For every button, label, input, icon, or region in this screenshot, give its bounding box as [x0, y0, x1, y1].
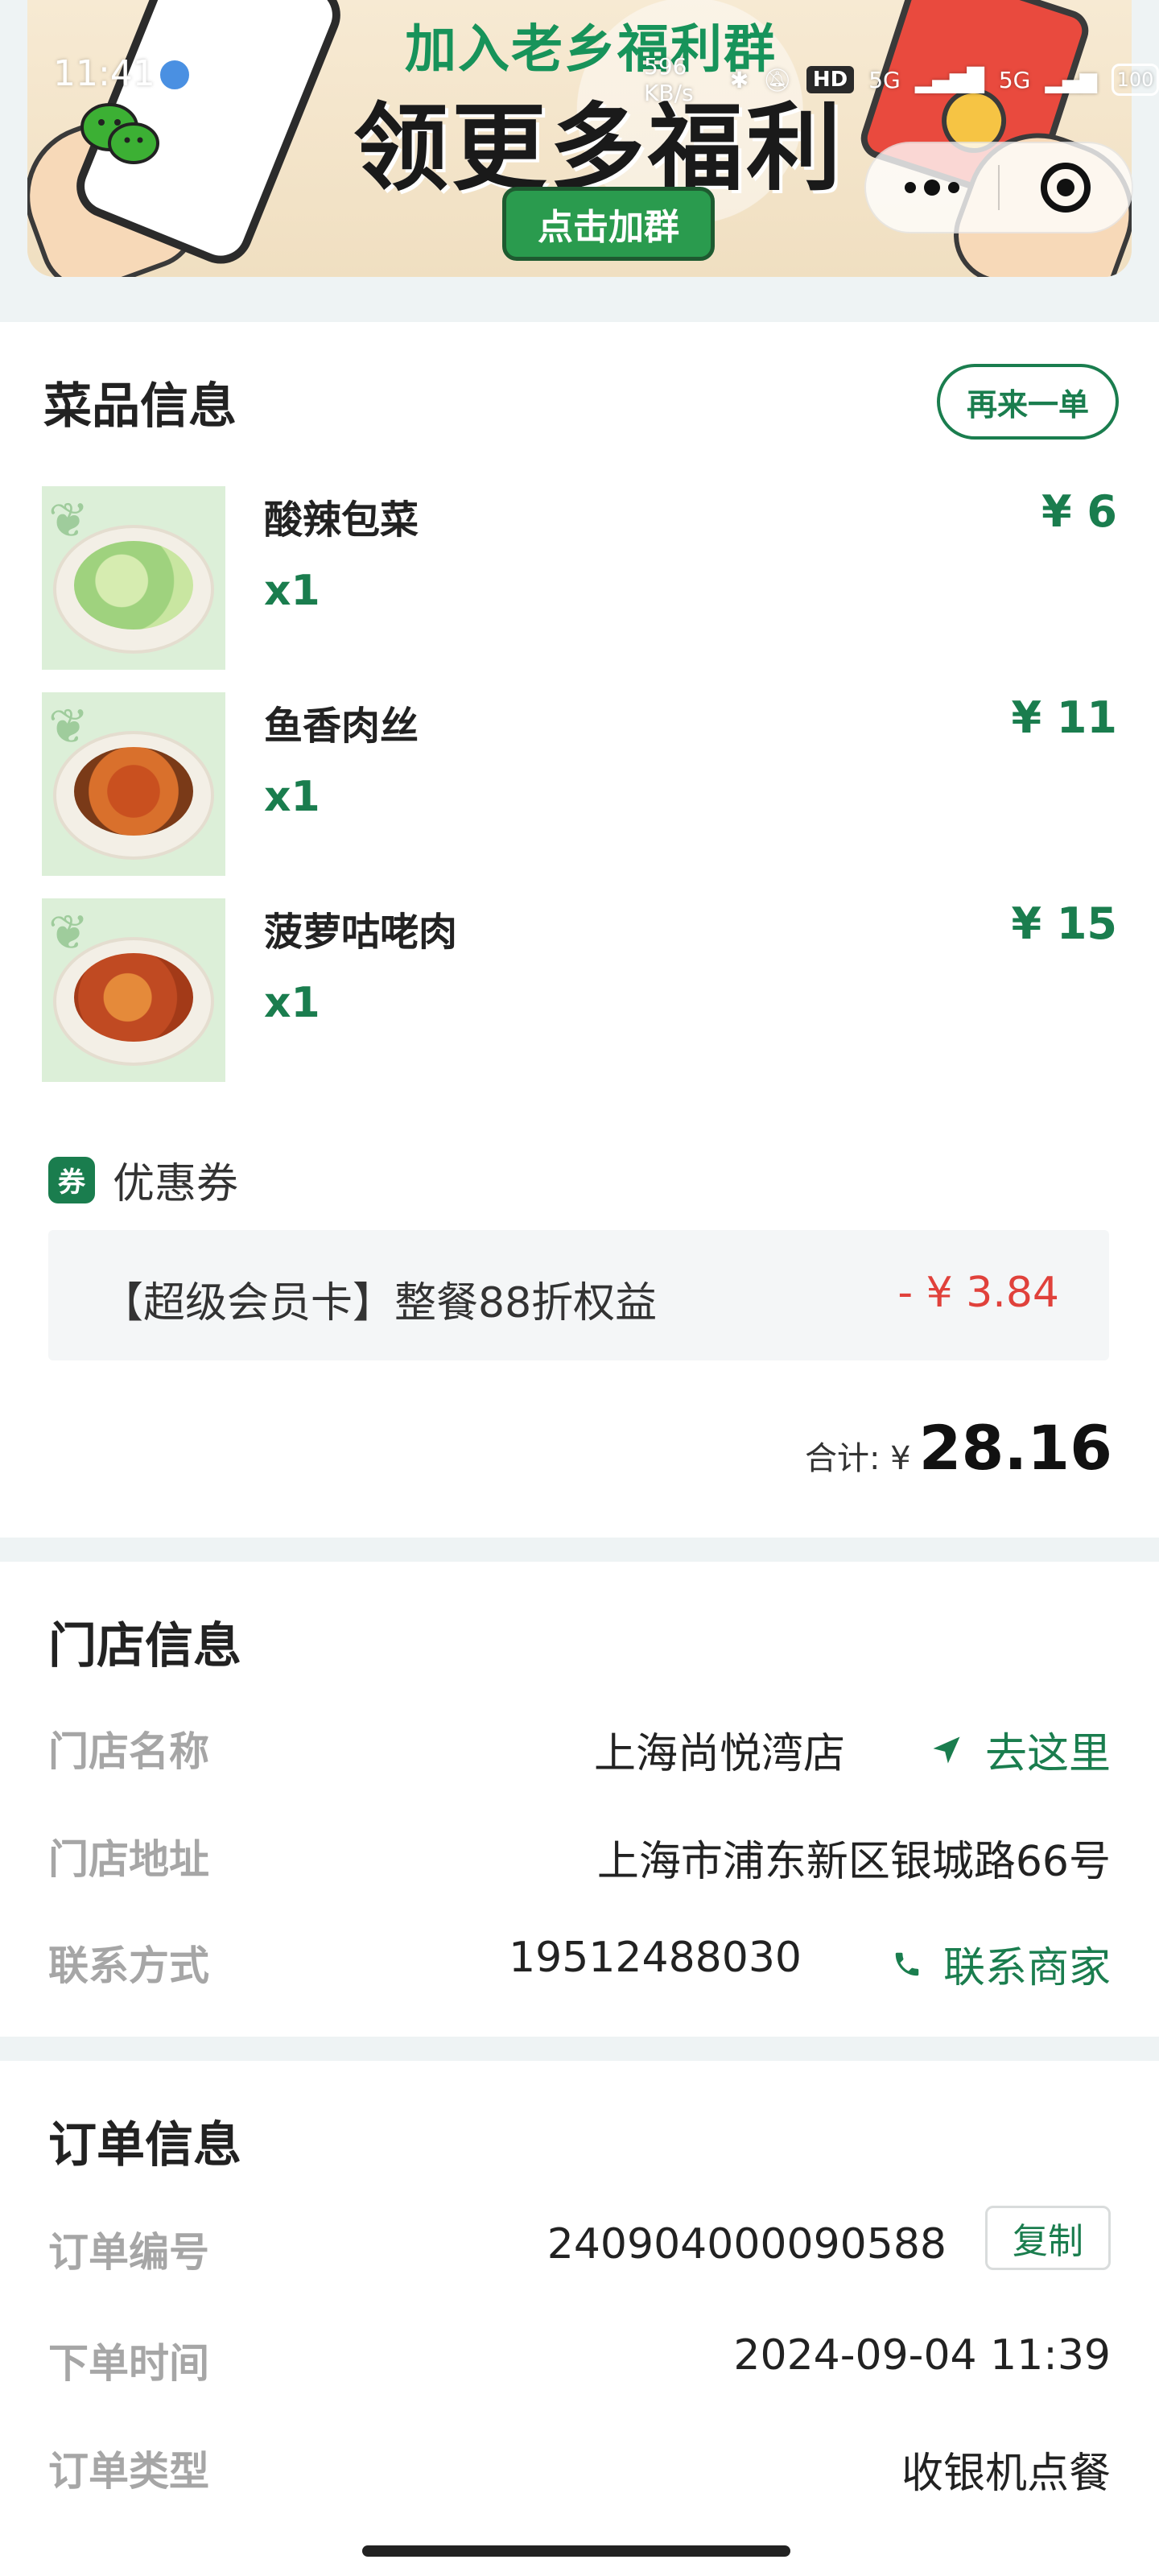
battery-indicator: 100: [1111, 64, 1159, 96]
dish-quantity: x1: [264, 773, 320, 821]
wechat-icon: [80, 103, 159, 164]
coupon-label: 优惠券: [113, 1160, 239, 1208]
coupon-header: 券 优惠券: [48, 1150, 238, 1210]
status-indicators: 596 KB/s ✱ 🔕︎ HD 5G ▂▄▆█ 5G ▂▄▆ 100: [644, 53, 1159, 106]
order-time-value: 2024-09-04 11:39: [733, 2331, 1111, 2380]
signal-5g-2: 5G: [998, 66, 1031, 93]
navigation-arrow-icon: [933, 1736, 960, 1763]
store-contact-row: 联系方式 19512488030 联系商家: [48, 1934, 1111, 1998]
network-speed: 596 KB/s: [644, 53, 694, 106]
store-address-row: 门店地址 上海市浦东新区银城路66号: [48, 1827, 1111, 1892]
more-menu-icon[interactable]: [866, 180, 998, 196]
welfare-group-banner[interactable]: 加入老乡福利群 领更多福利 点击加群: [27, 0, 1132, 277]
hd-badge: HD: [806, 66, 855, 93]
signal-bars-icon: ▂▄▆█: [914, 66, 984, 93]
order-time-key: 下单时间: [48, 2340, 209, 2387]
reorder-button[interactable]: 再来一单: [937, 364, 1119, 440]
dish-image: ❦: [42, 692, 225, 876]
order-type-value: 收银机点餐: [901, 2450, 1111, 2498]
order-time-row: 下单时间 2024-09-04 11:39: [48, 2331, 1111, 2396]
dish-quantity: x1: [264, 979, 320, 1027]
signal-bars-icon-2: ▂▄▆: [1045, 66, 1097, 93]
copy-order-number-button[interactable]: 复制: [985, 2206, 1111, 2270]
store-section-title: 门店信息: [48, 1618, 241, 1674]
store-name-row: 门店名称 上海尚悦湾店 去这里: [48, 1719, 1111, 1784]
dish-name: 菠萝咕咾肉: [264, 910, 458, 955]
coupon-row: 【超级会员卡】整餐88折权益 - ¥ 3.84: [48, 1230, 1109, 1360]
dish-section-title: 菜品信息: [43, 378, 237, 435]
store-contact-key: 联系方式: [48, 1942, 209, 1989]
signal-5g-1: 5G: [868, 66, 901, 93]
home-indicator[interactable]: [362, 2545, 790, 2557]
dish-price: ¥ 11: [1011, 692, 1117, 743]
miniprogram-capsule: [864, 142, 1133, 233]
order-type-key: 订单类型: [48, 2448, 209, 2495]
store-address-key: 门店地址: [48, 1836, 209, 1883]
status-time: 11:41: [53, 53, 155, 94]
dish-item[interactable]: ❦ 鱼香肉丝 x1 ¥ 11: [42, 692, 1117, 876]
order-section-title: 订单信息: [48, 2117, 241, 2174]
store-phone-value: 19512488030: [509, 1934, 802, 1982]
coupon-name: 【超级会员卡】整餐88折权益: [101, 1279, 658, 1327]
store-name-value: 上海尚悦湾店: [593, 1730, 845, 1778]
coupon-discount: - ¥ 3.84: [897, 1269, 1059, 1317]
coupon-badge-icon: 券: [48, 1156, 95, 1203]
close-miniprogram-icon[interactable]: [1000, 163, 1132, 213]
navigate-label: 去这里: [984, 1730, 1111, 1778]
contact-merchant-button[interactable]: 联系商家: [892, 1934, 1111, 1994]
dish-item[interactable]: ❦ 菠萝咕咾肉 x1 ¥ 15: [42, 898, 1117, 1082]
phone-icon: [895, 1952, 919, 1975]
dish-quantity: x1: [264, 567, 320, 615]
mute-icon: 🔕︎: [763, 66, 792, 93]
contact-merchant-label: 联系商家: [942, 1944, 1111, 1992]
dish-image: ❦: [42, 486, 225, 670]
order-total: 合计: ¥ 28.16: [805, 1412, 1112, 1484]
order-type-row: 订单类型 收银机点餐: [48, 2439, 1111, 2504]
dish-item[interactable]: ❦ 酸辣包菜 x1 ¥ 6: [42, 486, 1117, 670]
dish-name: 酸辣包菜: [264, 497, 419, 543]
order-info-card: 订单信息 订单编号 240904000090588 复制 下单时间 2024-0…: [0, 2061, 1159, 2576]
store-name-key: 门店名称: [48, 1728, 209, 1775]
total-value: 28.16: [918, 1412, 1112, 1484]
dish-image: ❦: [42, 898, 225, 1082]
navigate-button[interactable]: 去这里: [929, 1719, 1111, 1780]
dish-info-card: 菜品信息 再来一单 ❦ 酸辣包菜 x1 ¥ 6 ❦ 鱼香肉丝 x1 ¥ 11 ❦…: [0, 322, 1159, 1538]
store-address-value: 上海市浦东新区银城路66号: [596, 1838, 1111, 1886]
order-number-row: 订单编号 240904000090588 复制: [48, 2206, 1111, 2285]
order-number-key: 订单编号: [48, 2229, 209, 2276]
dish-name: 鱼香肉丝: [264, 704, 419, 749]
store-info-card: 门店信息 门店名称 上海尚悦湾店 去这里 门店地址 上海市浦东新区银城路66号 …: [0, 1562, 1159, 2037]
bluetooth-icon: ✱: [729, 66, 749, 93]
total-label: 合计: ¥: [804, 1440, 911, 1477]
join-group-button[interactable]: 点击加群: [502, 187, 715, 261]
notification-app-icon: [158, 58, 192, 92]
order-number-value: 240904000090588: [547, 2220, 947, 2268]
dish-price: ¥ 15: [1011, 898, 1117, 949]
dish-price: ¥ 6: [1041, 486, 1117, 537]
